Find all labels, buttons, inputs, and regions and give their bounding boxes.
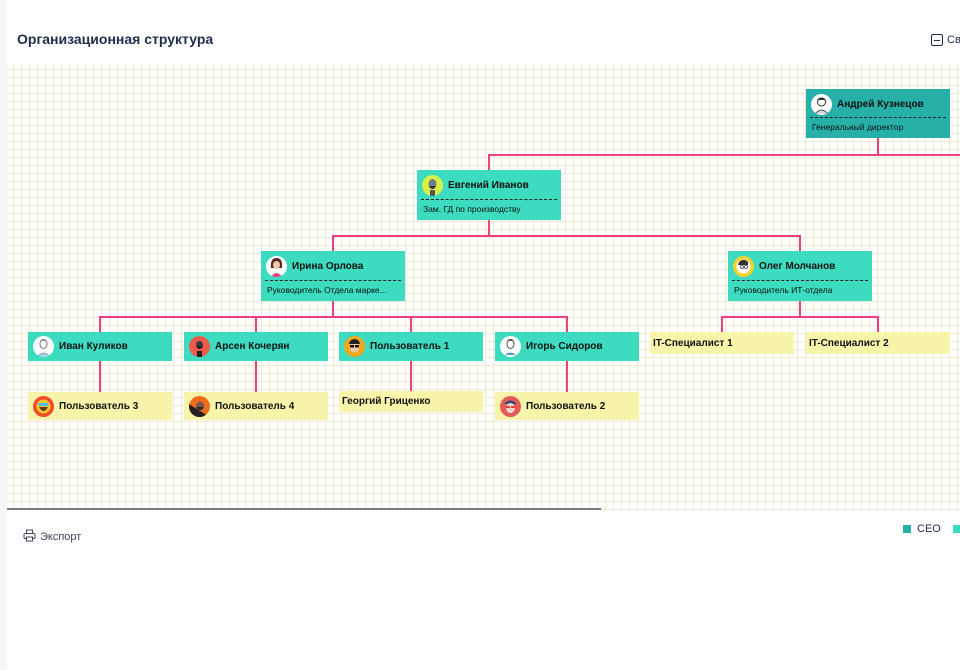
- node-ceo[interactable]: Андрей Кузнецов Генеральный директор: [806, 89, 950, 138]
- legend-label: CEO: [917, 523, 941, 535]
- node-name: Пользователь 3: [59, 400, 139, 412]
- woman-avatar-icon: [266, 256, 287, 277]
- export-label: Экспорт: [40, 531, 82, 543]
- man-sketch-avatar-icon: [33, 336, 54, 357]
- node-igor[interactable]: Игорь Сидоров: [495, 332, 639, 361]
- collapse-button[interactable]: Свернуть: [931, 34, 960, 46]
- node-role: Руководитель ИТ-отдела: [734, 284, 833, 295]
- bearded-man-red-avatar-icon: [189, 336, 210, 357]
- horizontal-scrollbar[interactable]: [7, 508, 601, 510]
- legend-item-manager: [952, 525, 960, 533]
- node-name: Евгений Иванов: [448, 180, 529, 191]
- node-name: Андрей Кузнецов: [837, 98, 924, 110]
- node-name: Олег Молчанов: [759, 261, 836, 272]
- node-name: IT-Специалист 1: [653, 337, 733, 349]
- node-name: Арсен Кочерян: [215, 341, 290, 352]
- bearded-man-orange-avatar-icon: [189, 395, 210, 417]
- node-name: Георгий Гриценко: [342, 396, 431, 407]
- legend: CEO: [903, 523, 960, 535]
- page-title: Организационная структура: [17, 31, 214, 47]
- collapse-icon: [931, 34, 943, 46]
- legend-swatch: [952, 525, 960, 533]
- node-name: IT-Специалист 2: [809, 337, 889, 349]
- node-arsen[interactable]: Арсен Кочерян: [184, 332, 328, 361]
- node-role: Руководитель Отдела марке...: [267, 284, 387, 295]
- man-sketch-avatar-icon: [811, 93, 832, 115]
- node-georgy[interactable]: Георгий Гриценко: [339, 391, 483, 412]
- hipster-avatar-icon: [500, 395, 521, 417]
- node-user4[interactable]: Пользователь 4: [184, 392, 328, 420]
- node-name: Иван Куликов: [59, 341, 128, 352]
- node-role: Зам. ГД по производству: [423, 203, 521, 214]
- node-it2[interactable]: IT-Специалист 2: [806, 332, 950, 354]
- node-deputy[interactable]: Евгений Иванов Зам. ГД по производству: [417, 170, 561, 220]
- node-name: Пользователь 1: [370, 341, 450, 352]
- legend-swatch: [903, 525, 911, 533]
- bearded-man-avatar-icon: [422, 175, 443, 196]
- org-chart-page: Организационная структура Свернуть Андре…: [0, 0, 960, 670]
- node-marketing-head[interactable]: Ирина Орлова Руководитель Отдела марке..…: [261, 251, 405, 301]
- node-name: Игорь Сидоров: [526, 341, 603, 352]
- legend-item-ceo: CEO: [903, 523, 941, 535]
- export-button[interactable]: Экспорт: [23, 529, 81, 545]
- node-it1[interactable]: IT-Специалист 1: [650, 332, 794, 354]
- man-glasses-avatar-icon: [733, 256, 754, 277]
- node-role: Генеральный директор: [812, 122, 904, 132]
- man-sunglasses-avatar-icon: [344, 336, 365, 357]
- node-user1[interactable]: Пользователь 1: [339, 332, 483, 361]
- node-ivan[interactable]: Иван Куликов: [28, 332, 172, 361]
- node-it-head[interactable]: Олег Молчанов Руководитель ИТ-отдела: [728, 251, 872, 301]
- node-name: Пользователь 4: [215, 400, 295, 412]
- node-user2[interactable]: Пользователь 2: [495, 392, 639, 420]
- man-sketch-suit-avatar-icon: [500, 336, 521, 357]
- node-user3[interactable]: Пользователь 3: [28, 392, 172, 420]
- left-edge: [0, 0, 7, 670]
- collapse-label: Свернуть: [947, 34, 960, 46]
- node-name: Ирина Орлова: [292, 261, 364, 272]
- bearded-man-goggles-avatar-icon: [33, 395, 54, 417]
- node-name: Пользователь 2: [526, 400, 606, 412]
- printer-icon: [23, 529, 36, 545]
